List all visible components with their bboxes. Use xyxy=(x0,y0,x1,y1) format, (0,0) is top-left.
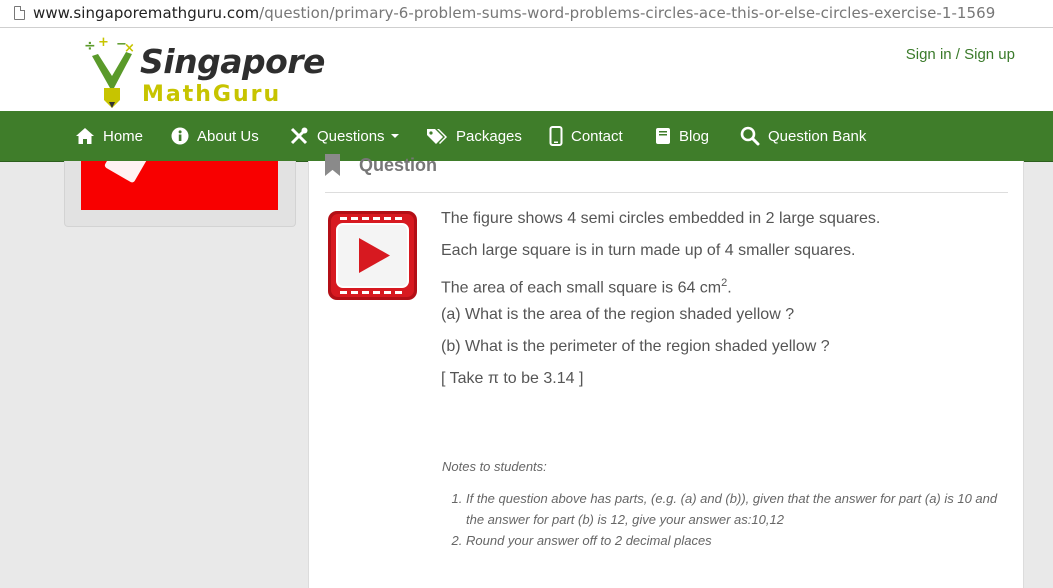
question-line-1: The figure shows 4 semi circles embedded… xyxy=(441,210,881,227)
question-panel: Question The figure shows 4 semi circles… xyxy=(308,154,1024,588)
logo-text-singapore: Singapore xyxy=(140,42,325,81)
url-path: /question/primary-6-problem-sums-word-pr… xyxy=(259,4,996,22)
logo-pencil-icon: ÷ + − × xyxy=(84,36,135,108)
nav-about[interactable]: About Us xyxy=(171,111,259,161)
nav-questions-label: Questions xyxy=(317,127,385,145)
nav-packages[interactable]: Packages xyxy=(426,111,522,161)
nav-question-bank-label: Question Bank xyxy=(768,127,867,145)
page-icon xyxy=(14,6,25,20)
question-header: Question xyxy=(325,151,437,179)
nav-blog[interactable]: Blog xyxy=(655,111,709,161)
notes-list: If the question above has parts, (e.g. (… xyxy=(442,488,1014,551)
nav-blog-label: Blog xyxy=(679,127,710,145)
info-icon xyxy=(171,127,189,145)
question-line-2: Each large square is in turn made up of … xyxy=(441,242,856,259)
signin-link[interactable]: Sign in / Sign up xyxy=(906,46,1015,63)
divider xyxy=(325,192,1008,193)
svg-text:÷: ÷ xyxy=(84,38,96,54)
nav-home-label: Home xyxy=(103,127,144,145)
video-play-icon xyxy=(328,211,417,300)
area-suffix: . xyxy=(727,279,732,297)
nav-about-label: About Us xyxy=(197,127,259,145)
chevron-down-icon xyxy=(390,134,399,138)
nav-contact-label: Contact xyxy=(571,127,623,145)
url-domain: www.singaporemathguru.com xyxy=(33,4,260,22)
bookmark-icon xyxy=(325,154,340,176)
notes-to-students: Notes to students: If the question above… xyxy=(442,459,1014,551)
search-icon xyxy=(740,126,760,146)
site-logo[interactable]: ÷ + − × Singapore MathGuru xyxy=(82,36,325,110)
nav-question-bank[interactable]: Question Bank xyxy=(740,111,866,161)
notes-item-2: Round your answer off to 2 decimal place… xyxy=(466,530,1014,551)
notes-item-1: If the question above has parts, (e.g. (… xyxy=(466,488,1014,530)
question-text: The figure shows 4 semi circles embedded… xyxy=(441,208,880,400)
svg-text:+: + xyxy=(98,36,109,50)
sidebar-banner-image[interactable] xyxy=(81,161,278,210)
question-line-6: [ Take π to be 3.14 ] xyxy=(441,370,584,387)
tags-icon xyxy=(427,129,447,144)
nav-home[interactable]: Home xyxy=(75,111,143,161)
site-header: ÷ + − × Singapore MathGuru Sign in / Sig… xyxy=(0,28,1053,111)
sidebar-panel xyxy=(64,161,296,227)
phone-icon xyxy=(549,126,563,146)
main-nav: Home About Us Questions Packages Contact… xyxy=(0,111,1053,162)
question-line-3-text: The area of each small square is 64 cm xyxy=(441,279,722,297)
question-heading: Question xyxy=(359,154,438,175)
video-play-button[interactable] xyxy=(327,210,418,301)
logo-text-mathguru: MathGuru xyxy=(142,82,282,107)
notes-title: Notes to students: xyxy=(442,459,547,474)
nav-packages-label: Packages xyxy=(456,127,522,145)
nav-contact[interactable]: Contact xyxy=(549,111,623,161)
home-icon xyxy=(76,128,94,144)
tools-icon xyxy=(290,127,308,145)
question-line-3: The area of each small square is 64 cm2. xyxy=(441,272,880,304)
book-icon xyxy=(656,128,670,144)
address-bar[interactable]: www.singaporemathguru.com/question/prima… xyxy=(0,0,1053,28)
question-line-5: (b) What is the perimeter of the region … xyxy=(441,338,830,355)
url-text[interactable]: www.singaporemathguru.com/question/prima… xyxy=(33,4,995,22)
question-line-4: (a) What is the area of the region shade… xyxy=(441,306,795,323)
